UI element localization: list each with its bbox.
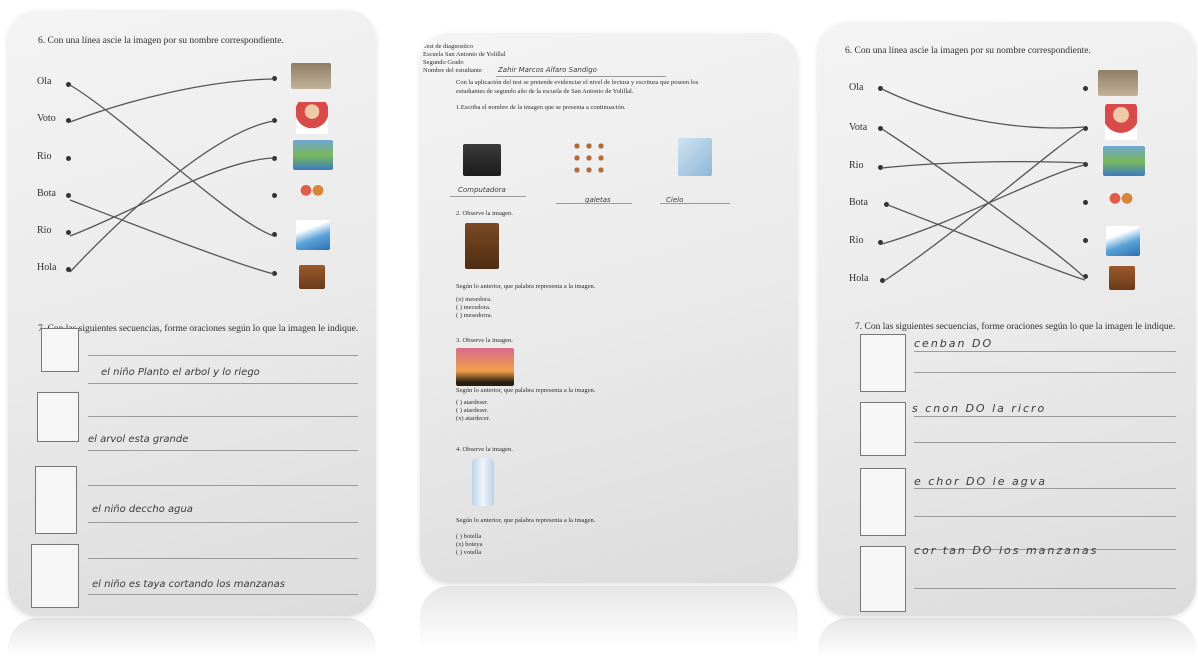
right-worksheet-photo: 6. Con una línea ascie la imagen por su … — [818, 22, 1196, 616]
q2-prompt: Según lo anterior, que palabra represent… — [456, 283, 596, 290]
tree-growing-picture — [860, 468, 906, 536]
watering-sequence-picture — [37, 392, 79, 442]
q1-instruction: 1.Escriba el nombre de la imagen que se … — [456, 104, 626, 111]
intro-line-2: estudiantes de segundo año de la escuela… — [456, 88, 634, 95]
tree-growing-picture — [35, 466, 77, 534]
q3-prompt: Según lo anterior, que palabra represent… — [456, 387, 596, 394]
cookies-picture — [571, 140, 607, 176]
q2-instruction: 2. Observe la imagen. — [456, 210, 513, 217]
watering-sequence-picture — [860, 402, 906, 456]
q1-answer-computer: Computadora — [458, 186, 506, 194]
q4-instruction: 4. Observe la imagen. — [456, 446, 513, 453]
planting-sequence-picture — [41, 328, 79, 372]
left-answer-1: el niño Planto el arbol y lo riego — [101, 367, 260, 378]
left-answer-4: el niño es taya cortando los manzanas — [92, 579, 285, 590]
water-bottle-picture — [472, 458, 494, 506]
q3-instruction: 3. Observe la imagen. — [456, 337, 513, 344]
middle-worksheet-photo: Test de diagnostico Escuela San Antonio … — [420, 33, 798, 583]
q3-option-3[interactable]: (x) atardecer. — [456, 415, 490, 423]
left-q7-instruction: 7. Con las siguientes secuencias, forme … — [38, 324, 359, 334]
apple-tree-picture — [31, 544, 79, 608]
left-answer-2: el arvol esta grande — [88, 434, 189, 445]
left-answer-3: el niño deccho agua — [92, 504, 193, 515]
computer-picture — [463, 144, 501, 176]
q2-option-3[interactable]: ( ) mesedorra. — [456, 312, 492, 320]
right-answer-1: cenban DO — [914, 337, 994, 350]
planting-sequence-picture — [860, 334, 906, 392]
student-name: Zahir Marcos Alfaro Sandigo — [498, 66, 597, 74]
right-answer-2: s cnon DO la ricro — [912, 402, 1047, 415]
student-name-label: Nombre del estudiante — [423, 67, 482, 74]
q4-prompt: Según lo anterior, que palabra represent… — [456, 517, 596, 524]
apple-tree-picture — [860, 546, 906, 612]
rocking-chair-picture — [465, 223, 499, 269]
right-q7-instruction: 7. Con las siguientes secuencias, forme … — [855, 322, 1176, 332]
intro-line-1: Con la aplicación del test se pretende e… — [456, 79, 699, 86]
ice-picture — [678, 138, 712, 176]
sunset-picture — [456, 348, 514, 386]
left-worksheet-photo: 6. Con una línea ascie la imagen por su … — [8, 10, 376, 616]
q4-option-3[interactable]: ( ) votella — [456, 549, 481, 557]
right-answer-4: cor tan DO los manzanas — [914, 544, 1099, 557]
right-answer-3: e chor DO le agva — [914, 475, 1047, 488]
